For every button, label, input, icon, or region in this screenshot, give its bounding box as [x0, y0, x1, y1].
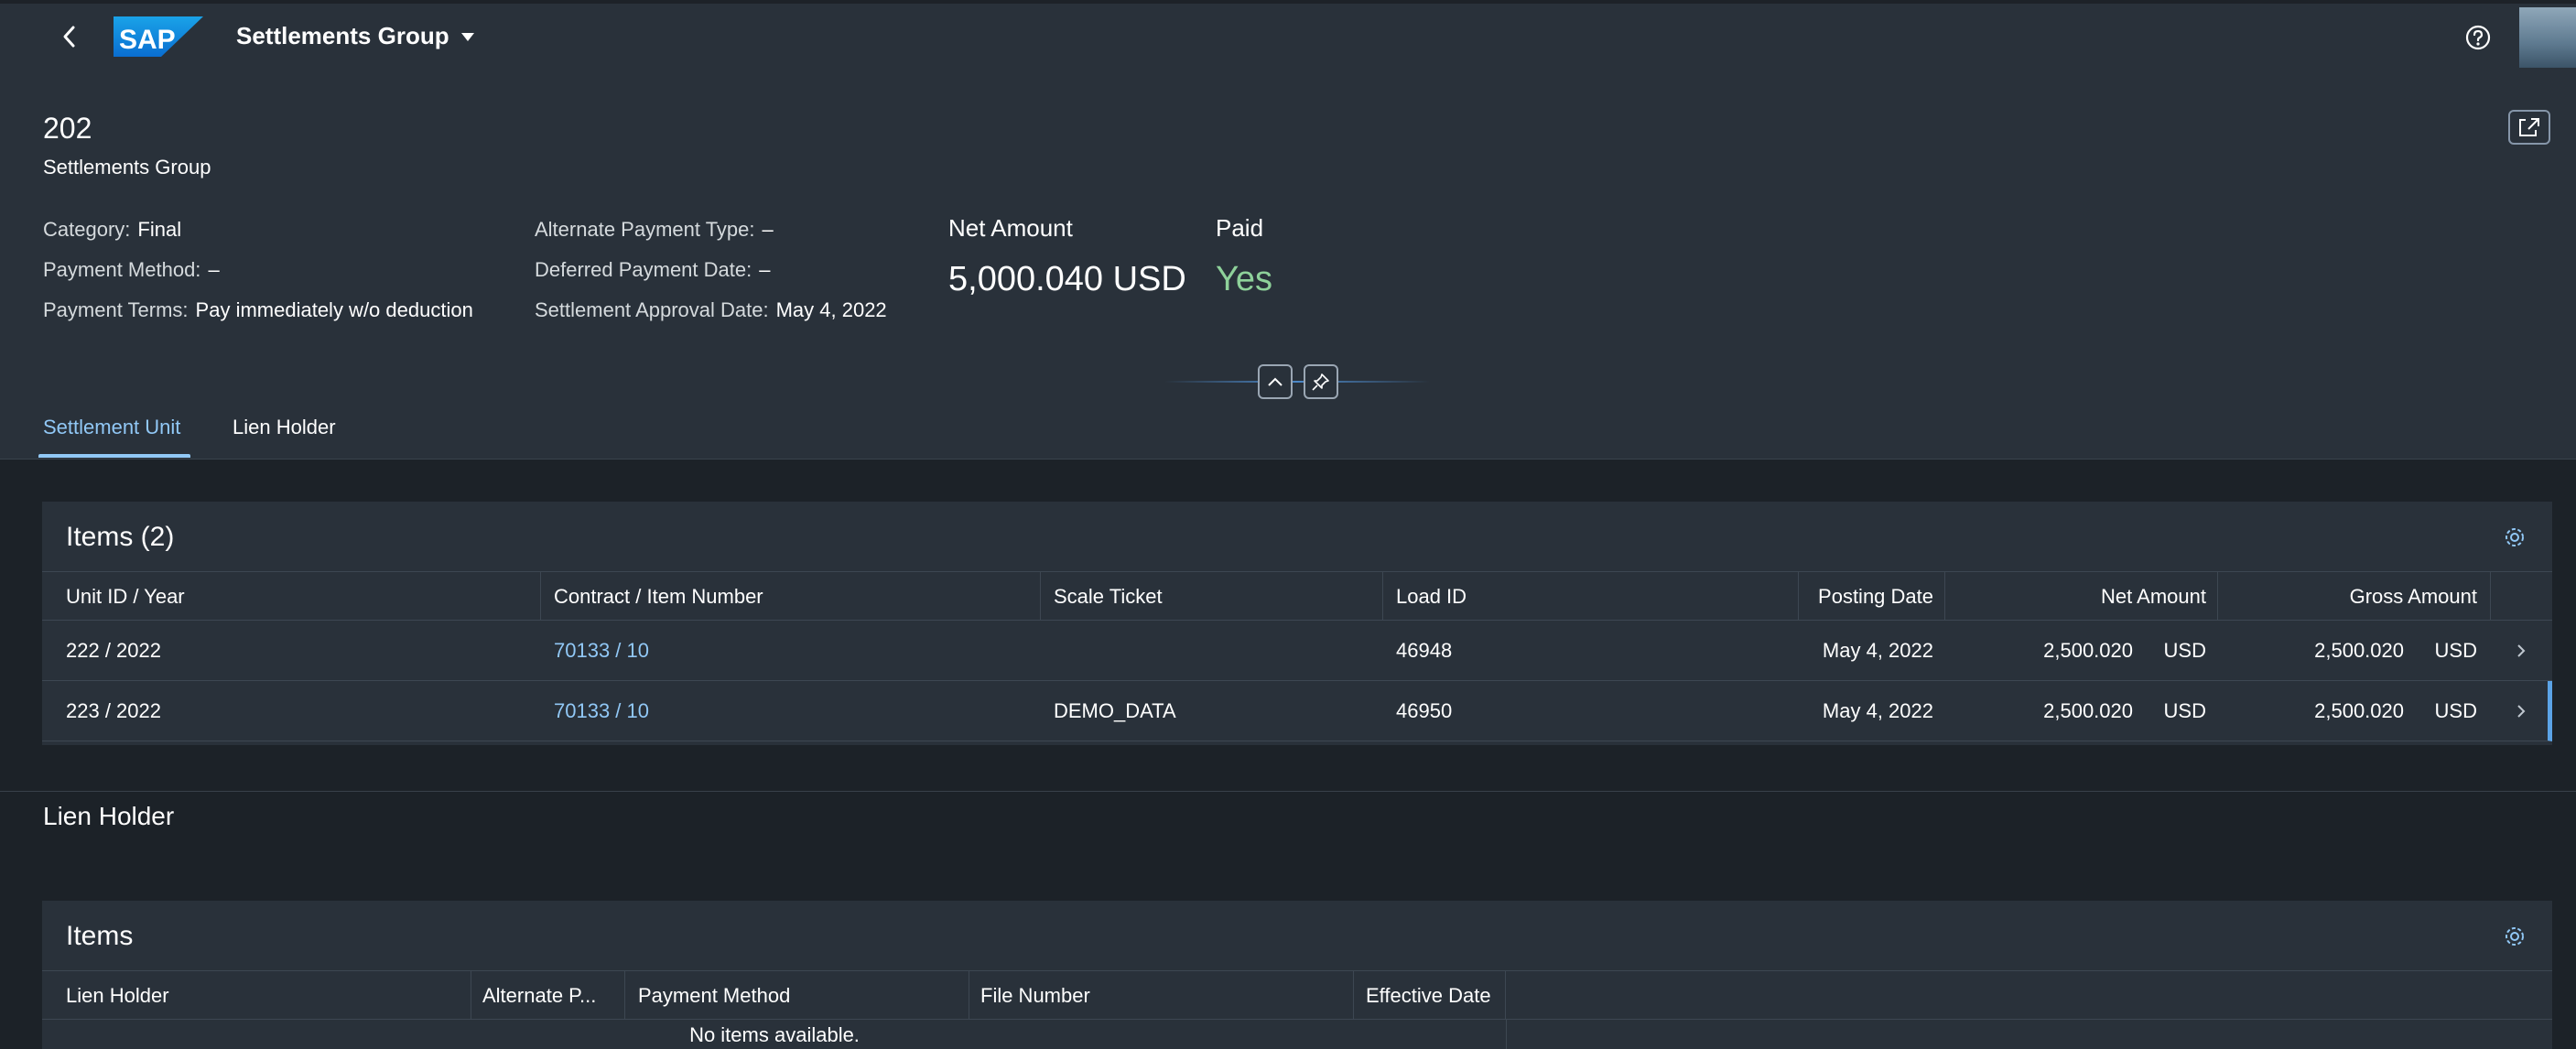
attr-payment-method: Payment Method: –: [43, 258, 220, 281]
col-scale-ticket[interactable]: Scale Ticket: [1054, 572, 1163, 622]
share-button[interactable]: [2508, 110, 2550, 145]
collapse-header-button[interactable]: [1258, 364, 1293, 399]
chevron-right-icon[interactable]: [2512, 701, 2530, 721]
items-table-title: Items (2): [66, 522, 175, 552]
cell-gross-currency: USD: [2434, 699, 2477, 722]
col-posting-date[interactable]: Posting Date: [1809, 572, 1933, 622]
column-separator: [1505, 971, 1506, 1021]
contract-link[interactable]: 70133 / 10: [554, 681, 649, 741]
col-lien-holder[interactable]: Lien Holder: [66, 971, 169, 1021]
column-separator: [1040, 572, 1041, 622]
user-avatar[interactable]: [2519, 7, 2576, 68]
attr-payment-terms: Payment Terms: Pay immediately w/o deduct…: [43, 298, 473, 321]
cell-load-id: 46950: [1396, 699, 1453, 722]
column-separator: [1798, 572, 1799, 622]
lien-items-title: Items: [66, 921, 134, 951]
cell-net-currency: USD: [2163, 639, 2206, 662]
items-panel: Items (2) Unit ID / Year Contract / Item…: [42, 502, 2552, 745]
chevron-left-icon: [63, 26, 75, 48]
col-gross-amount[interactable]: Gross Amount: [2228, 572, 2477, 622]
column-separator: [2217, 572, 2218, 622]
empty-table-row: No items available.: [42, 1020, 1507, 1049]
contract-link[interactable]: 70133 / 10: [554, 621, 649, 681]
cell-scale-ticket: DEMO_DATA: [1054, 699, 1176, 722]
lien-table-header: Lien Holder Alternate P... Payment Metho…: [42, 970, 2552, 1021]
column-separator: [1944, 572, 1945, 622]
pin-header-button[interactable]: [1304, 364, 1338, 399]
cell-unit: 222 / 2022: [66, 639, 161, 662]
cell-posting-date: May 4, 2022: [1822, 639, 1933, 662]
kpi-paid-label: Paid: [1216, 214, 1264, 242]
kpi-net-amount-label: Net Amount: [948, 214, 1073, 242]
cell-net-currency: USD: [2163, 699, 2206, 722]
col-net-amount[interactable]: Net Amount: [1955, 572, 2206, 622]
table-row[interactable]: 222 / 2022 70133 / 10 46948 May 4, 2022 …: [42, 621, 2552, 681]
no-items-text: No items available.: [689, 1023, 860, 1046]
section-separator: [0, 791, 2576, 792]
col-effective-date[interactable]: Effective Date: [1366, 971, 1491, 1021]
attr-alternate-payment-type: Alternate Payment Type: –: [535, 218, 774, 241]
object-subtitle: Settlements Group: [43, 156, 211, 178]
cell-gross-amount: 2,500.020: [2314, 699, 2404, 722]
header-divider: [1164, 381, 1430, 383]
cell-net-amount: 2,500.020: [2043, 639, 2133, 662]
back-button[interactable]: [53, 20, 86, 53]
cell-unit: 223 / 2022: [66, 699, 161, 722]
tab-lien-holder[interactable]: Lien Holder: [233, 416, 336, 439]
kpi-paid-value: Yes: [1216, 260, 1272, 298]
table-row[interactable]: 223 / 2022 70133 / 10 DEMO_DATA 46950 Ma…: [42, 681, 2552, 741]
object-title: 202: [43, 112, 92, 145]
share-icon: [2519, 118, 2539, 136]
column-separator: [624, 971, 625, 1021]
help-icon[interactable]: [2462, 22, 2494, 53]
caret-down-icon: [460, 32, 474, 41]
tab-active-indicator: [38, 454, 190, 458]
svg-text:SAP: SAP: [119, 25, 176, 55]
col-unit-id-year[interactable]: Unit ID / Year: [66, 572, 185, 622]
object-header: 202 Settlements Group Category: Final Pay…: [0, 68, 2576, 460]
column-separator: [540, 572, 541, 622]
col-file-number[interactable]: File Number: [980, 971, 1090, 1021]
chevron-up-icon: [1268, 377, 1283, 386]
column-separator: [2490, 572, 2491, 622]
col-alternate-payment[interactable]: Alternate P...: [482, 971, 596, 1021]
lien-items-panel: Items Lien Holder Alternate P... Payment…: [42, 901, 2552, 1049]
attr-settlement-approval-date: Settlement Approval Date: May 4, 2022: [535, 298, 887, 321]
attr-deferred-payment-date: Deferred Payment Date: –: [535, 258, 771, 281]
items-table-header: Unit ID / Year Contract / Item Number Sc…: [42, 571, 2552, 622]
sap-logo[interactable]: SAP: [114, 16, 203, 57]
lien-holder-section-title: Lien Holder: [43, 802, 175, 830]
col-contract-item[interactable]: Contract / Item Number: [554, 572, 763, 622]
pin-icon: [1312, 373, 1329, 391]
col-payment-method[interactable]: Payment Method: [638, 971, 790, 1021]
cell-load-id: 46948: [1396, 639, 1453, 662]
column-separator: [1353, 971, 1354, 1021]
col-load-id[interactable]: Load ID: [1396, 572, 1467, 622]
cell-gross-currency: USD: [2434, 639, 2477, 662]
column-separator: [1382, 572, 1383, 622]
attr-category: Category: Final: [43, 218, 182, 241]
tab-settlement-unit[interactable]: Settlement Unit: [43, 416, 180, 439]
gear-icon[interactable]: [2501, 923, 2528, 950]
app-title: Settlements Group: [236, 22, 449, 49]
cell-gross-amount: 2,500.020: [2314, 639, 2404, 662]
app-title-menu[interactable]: Settlements Group: [236, 22, 475, 50]
cell-net-amount: 2,500.020: [2043, 699, 2133, 722]
chevron-right-icon[interactable]: [2512, 641, 2530, 661]
gear-icon[interactable]: [2501, 524, 2528, 551]
cell-posting-date: May 4, 2022: [1822, 699, 1933, 722]
shell-bar: SAP Settlements Group: [0, 0, 2576, 68]
kpi-net-amount-value: 5,000.040 USD: [948, 260, 1186, 298]
